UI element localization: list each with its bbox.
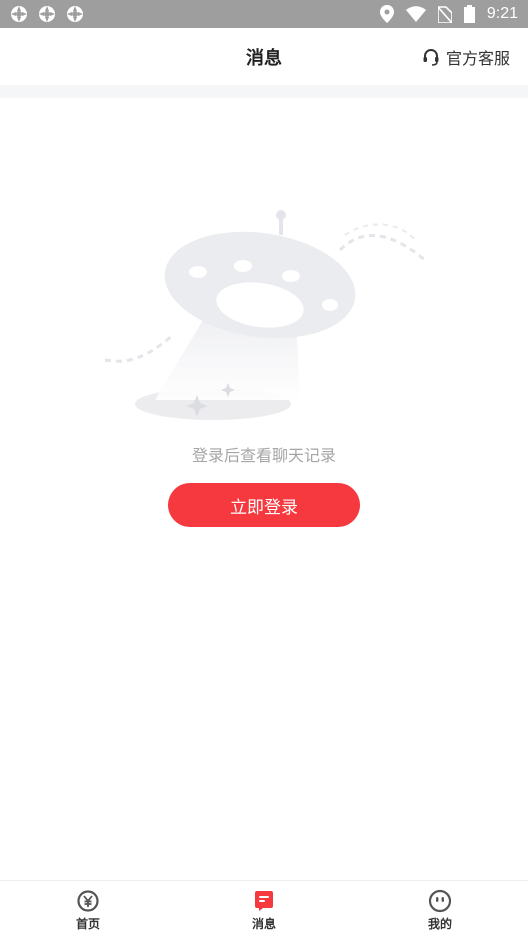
status-bar: 9:21 <box>0 0 528 28</box>
header-divider <box>0 85 528 98</box>
tab-messages[interactable]: 消息 <box>176 881 352 940</box>
tab-profile-label: 我的 <box>427 917 452 931</box>
status-time: 9:21 <box>486 5 518 22</box>
page-title: 消息 <box>246 47 282 69</box>
app-notification-icon <box>67 6 83 22</box>
tab-home[interactable]: 首页 <box>0 881 176 940</box>
official-service-button[interactable]: 官方客服 <box>422 28 510 85</box>
app-notification-icon <box>39 6 55 22</box>
yen-coin-icon <box>77 890 99 912</box>
tab-profile[interactable]: 我的 <box>352 881 528 940</box>
official-service-label: 官方客服 <box>445 48 510 68</box>
status-system-icons: 9:21 <box>379 5 518 23</box>
app-notification-icon <box>11 6 27 22</box>
tab-home-label: 首页 <box>75 917 100 931</box>
profile-face-icon <box>428 889 452 913</box>
login-button[interactable]: 立即登录 <box>168 483 360 527</box>
headset-icon <box>423 48 439 66</box>
message-icon <box>255 891 273 911</box>
battery-icon <box>463 5 475 23</box>
bottom-tab-bar: 首页 消息 我的 <box>0 880 528 940</box>
status-notifications <box>10 5 84 23</box>
wifi-icon <box>405 6 426 22</box>
ufo-illustration <box>104 210 426 420</box>
page-header: 消息 官方客服 <box>0 28 528 85</box>
tab-messages-label: 消息 <box>251 917 276 931</box>
empty-message: 登录后查看聊天记录 <box>191 446 336 465</box>
no-sim-icon <box>437 6 452 23</box>
location-icon <box>379 5 394 23</box>
